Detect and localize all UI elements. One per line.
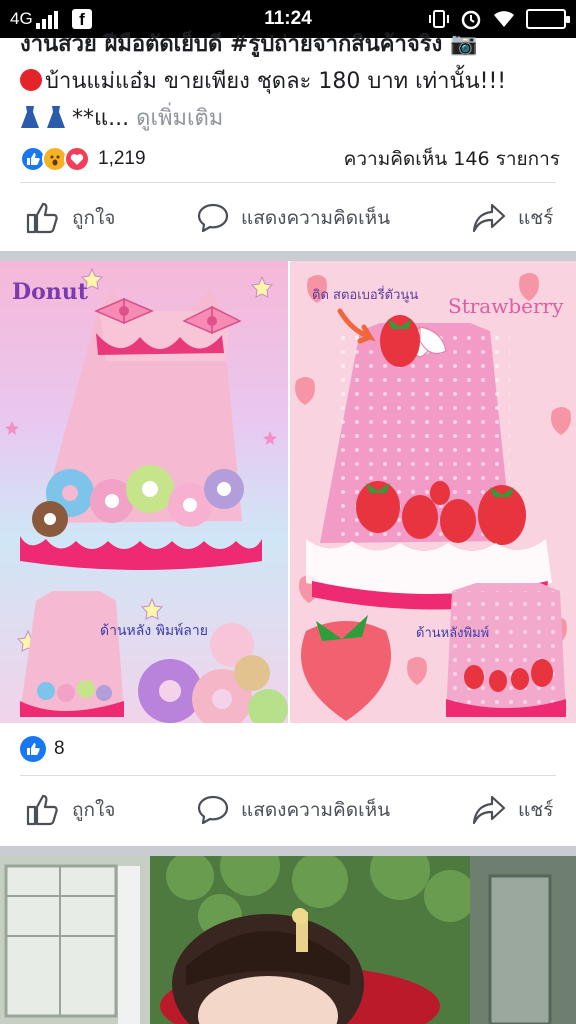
comment-button[interactable]: แสดงความคิดเห็น [197,202,390,234]
comment-label: แสดงความคิดเห็น [241,799,391,821]
red-circle-icon [20,69,42,91]
left-back-label: ด้านหลัง พิมพ์ลาย [100,622,208,639]
dress-icon [21,106,39,128]
divider [20,775,556,776]
share-icon [472,795,506,825]
post-separator [0,846,576,856]
share-button[interactable]: แชร์ [472,203,553,233]
share-icon [472,203,506,233]
thumbs-up-icon [26,794,58,826]
next-post-photo [0,856,576,1024]
comment-label: แสดงความคิดเห็น [241,207,391,229]
comment-button[interactable]: แสดงความคิดเห็น [197,794,390,826]
product-photo: Donut ด้านหลัง พิมพ์ลาย Strawberry ติด ส… [0,261,576,723]
share-button[interactable]: แชร์ [472,795,553,825]
post-text-line-1: งานสวย ฝีมือตัดเย็บดี #รูปถ่ายจากสินค้าจ… [20,32,478,57]
like-reaction-icon [20,736,46,762]
comment-icon [197,203,229,233]
divider [20,182,556,183]
post-image[interactable]: Donut ด้านหลัง พิมพ์ลาย Strawberry ติด ส… [0,261,576,723]
reaction-count: 1,219 [98,148,146,169]
reactions-summary[interactable]: 1,219 ความคิดเห็น 146 รายการ [20,142,560,176]
post-actions-bar-2: ถูกใจ แสดงความคิดเห็น แชร์ [0,780,576,840]
like-label: ถูกใจ [72,207,116,229]
reaction-count-2: 8 [54,738,65,759]
donut-label: Donut [12,279,89,305]
comment-count-link[interactable]: ความคิดเห็น 146 รายการ [344,144,560,174]
sticker-note-label: ติด สตอเบอรี่ตัวนูน [312,286,418,303]
post-text-line-2-label: บ้านแม่แอ๋ม ขายเพียง ชุดละ 180 บาท เท่าน… [45,69,507,94]
post-text-line-3: **แ... ดูเพิ่มเติม [20,100,560,137]
post-text: งานสวย ฝีมือตัดเย็บดี #รูปถ่ายจากสินค้าจ… [20,26,560,137]
right-back-label: ด้านหลังพิมพ์ [416,625,489,641]
comment-icon [197,795,229,825]
post-text-line-3-label: **แ... [72,106,130,131]
reaction-icons: 1,219 [20,146,146,172]
like-button[interactable]: ถูกใจ [26,794,115,826]
like-label: ถูกใจ [72,799,116,821]
strawberry-label: Strawberry [448,294,564,318]
thumbs-up-icon [26,202,58,234]
like-button[interactable]: ถูกใจ [26,202,115,234]
post-separator [0,251,576,261]
love-reaction-icon [64,146,90,172]
share-label: แชร์ [518,799,554,821]
share-label: แชร์ [518,207,554,229]
next-post-image[interactable] [0,856,576,1024]
see-more-link[interactable]: ดูเพิ่มเติม [136,106,223,131]
post-actions-bar: ถูกใจ แสดงความคิดเห็น แชร์ [0,188,576,248]
dress-icon [47,106,65,128]
post-text-line-2: บ้านแม่แอ๋ม ขายเพียง ชุดละ 180 บาท เท่าน… [20,63,560,100]
reactions-summary-2[interactable]: 8 [20,736,65,762]
